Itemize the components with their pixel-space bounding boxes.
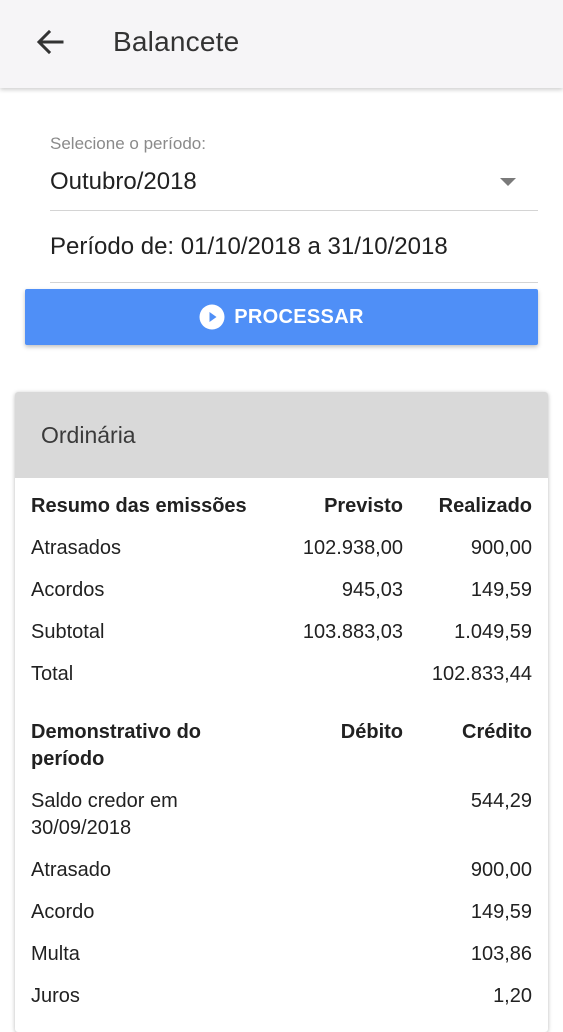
- row-realized: 1.049,59: [454, 621, 532, 643]
- row-label: Total: [31, 663, 74, 685]
- statement-header-credit: Crédito: [462, 721, 532, 743]
- period-label: Selecione o período:: [50, 134, 206, 153]
- row-expected: 102.938,00: [302, 537, 403, 559]
- row-label: Saldo credor em 30/09/2018: [31, 790, 178, 839]
- row-realized: 102.833,44: [431, 663, 532, 685]
- row-realized: 149,59: [470, 579, 532, 601]
- arrow-left-icon: [36, 29, 64, 60]
- play-circle-icon: [199, 304, 225, 330]
- balance-card: Ordinária Resumo das emissões Previsto R…: [15, 392, 548, 1032]
- row-label: Multa: [31, 943, 80, 965]
- row-credit: 544,29: [470, 790, 532, 812]
- process-button-label: PROCESSAR: [234, 305, 364, 328]
- page-title: Balancete: [113, 26, 240, 57]
- row-label: Subtotal: [31, 621, 105, 643]
- row-credit: 1,20: [493, 985, 532, 1007]
- card-header: Ordinária: [15, 392, 548, 478]
- period-range-text: Período de: 01/10/2018 a 31/10/2018: [50, 233, 448, 260]
- back-button[interactable]: [28, 24, 72, 64]
- app-bar: Balancete: [0, 0, 563, 88]
- statement-header-debit: Débito: [340, 721, 403, 743]
- period-range: Período de: 01/10/2018 a 31/10/2018: [50, 230, 538, 283]
- card-title: Ordinária: [41, 422, 136, 448]
- row-label: Acordos: [31, 579, 105, 601]
- row-label: Atrasado: [31, 859, 112, 881]
- summary-header-expected: Previsto: [324, 495, 403, 517]
- row-label: Atrasados: [31, 537, 122, 559]
- period-select-value: Outubro/2018: [50, 168, 197, 195]
- row-credit: 149,59: [470, 901, 532, 923]
- statement-header-label: Demonstrativo do período: [31, 721, 202, 770]
- summary-header-label: Resumo das emissões: [31, 495, 247, 517]
- summary-header-realized: Realizado: [438, 495, 532, 517]
- row-expected: 103.883,03: [302, 621, 403, 643]
- process-button[interactable]: PROCESSAR: [25, 289, 538, 345]
- row-credit: 103,86: [470, 943, 532, 965]
- row-expected: 945,03: [341, 579, 403, 601]
- period-select[interactable]: Outubro/2018: [50, 160, 538, 211]
- row-realized: 900,00: [470, 537, 532, 559]
- row-label: Acordo: [31, 901, 95, 923]
- row-label: Juros: [31, 985, 80, 1007]
- row-credit: 900,00: [470, 859, 532, 881]
- caret-down-icon: [500, 178, 516, 186]
